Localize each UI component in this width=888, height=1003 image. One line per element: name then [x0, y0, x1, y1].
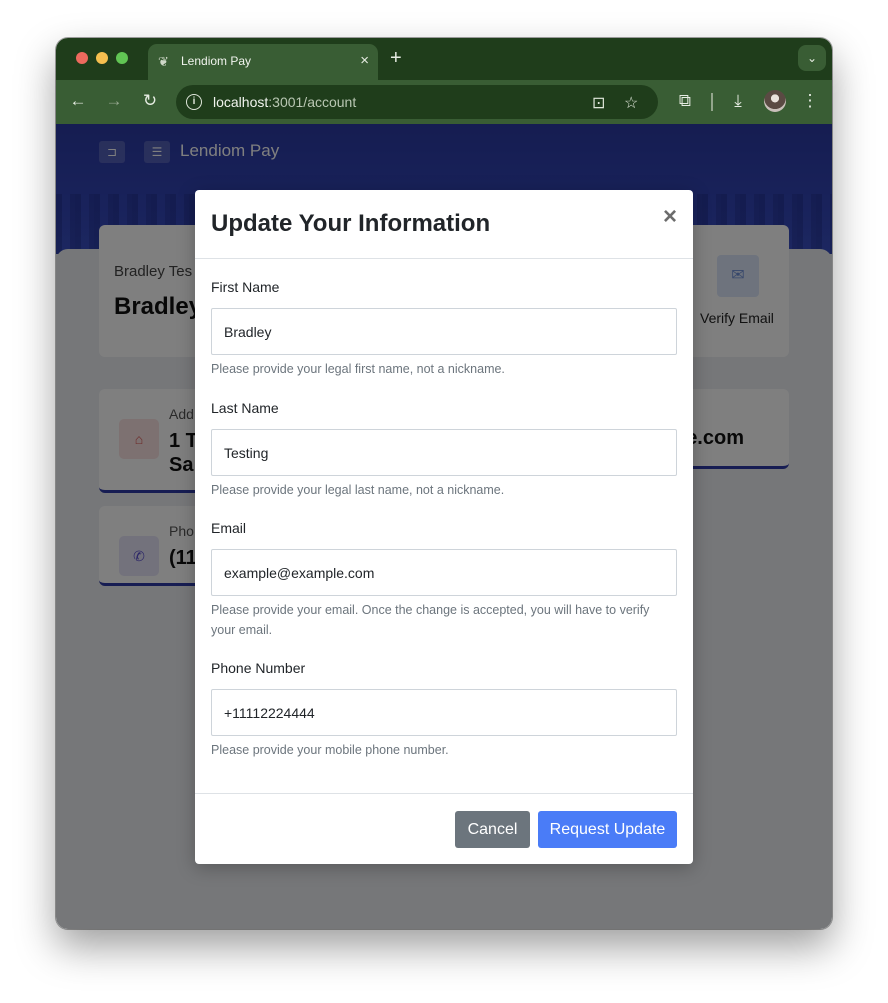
site-info-icon[interactable]: i [186, 94, 202, 110]
tab-search-button[interactable]: ⌄ [798, 45, 826, 71]
request-update-button[interactable]: Request Update [538, 811, 677, 848]
toolbar-separator [711, 93, 713, 111]
url-path: :3001/account [268, 94, 357, 110]
browser-tab[interactable]: ❦ Lendiom Pay × [148, 44, 378, 80]
favicon-icon: ❦ [158, 54, 169, 69]
tab-close-icon[interactable]: × [360, 52, 369, 70]
email-label: Email [211, 520, 247, 536]
email-input[interactable] [211, 549, 677, 596]
phone-number-label: Phone Number [211, 660, 306, 676]
maximize-window-button[interactable] [116, 52, 128, 64]
modal-footer: Cancel Request Update [195, 793, 693, 864]
url-host: localhost [213, 94, 269, 110]
url-text[interactable]: localhost:3001/account [213, 94, 356, 110]
phone-number-help: Please provide your mobile phone number. [211, 743, 449, 757]
new-tab-icon[interactable]: + [390, 46, 402, 70]
first-name-input[interactable] [211, 308, 677, 355]
last-name-label: Last Name [211, 400, 279, 416]
modal-header: Update Your Information × [195, 190, 693, 259]
first-name-help: Please provide your legal first name, no… [211, 362, 505, 376]
tab-strip: ❦ Lendiom Pay × + ⌄ [56, 38, 832, 80]
bookmark-star-icon[interactable]: ☆ [624, 93, 638, 113]
download-icon[interactable]: ⤓ [728, 91, 748, 111]
cancel-button[interactable]: Cancel [455, 811, 530, 848]
close-window-button[interactable] [76, 52, 88, 64]
forward-icon[interactable]: → [104, 91, 124, 111]
address-bar[interactable]: i localhost:3001/account ⊡ ☆ [176, 85, 658, 119]
phone-number-input[interactable] [211, 689, 677, 736]
last-name-help: Please provide your legal last name, not… [211, 483, 505, 497]
reload-icon[interactable]: ↻ [140, 91, 160, 111]
browser-toolbar: ← → ↻ i localhost:3001/account ⊡ ☆ ⧉ ⤓ ⋮ [56, 80, 832, 124]
last-name-input[interactable] [211, 429, 677, 476]
update-information-modal: Update Your Information × First Name Ple… [195, 190, 693, 864]
close-icon[interactable]: × [663, 205, 677, 229]
extensions-icon[interactable]: ⧉ [675, 91, 695, 111]
profile-avatar[interactable] [764, 90, 786, 112]
first-name-label: First Name [211, 279, 280, 295]
menu-icon[interactable]: ⋮ [800, 91, 820, 111]
email-help: Please provide your email. Once the chan… [211, 603, 650, 637]
modal-title: Update Your Information [211, 210, 491, 237]
tab-title: Lendiom Pay [181, 54, 252, 68]
minimize-window-button[interactable] [96, 52, 108, 64]
back-icon[interactable]: ← [68, 91, 88, 111]
install-app-icon[interactable]: ⊡ [592, 93, 605, 113]
